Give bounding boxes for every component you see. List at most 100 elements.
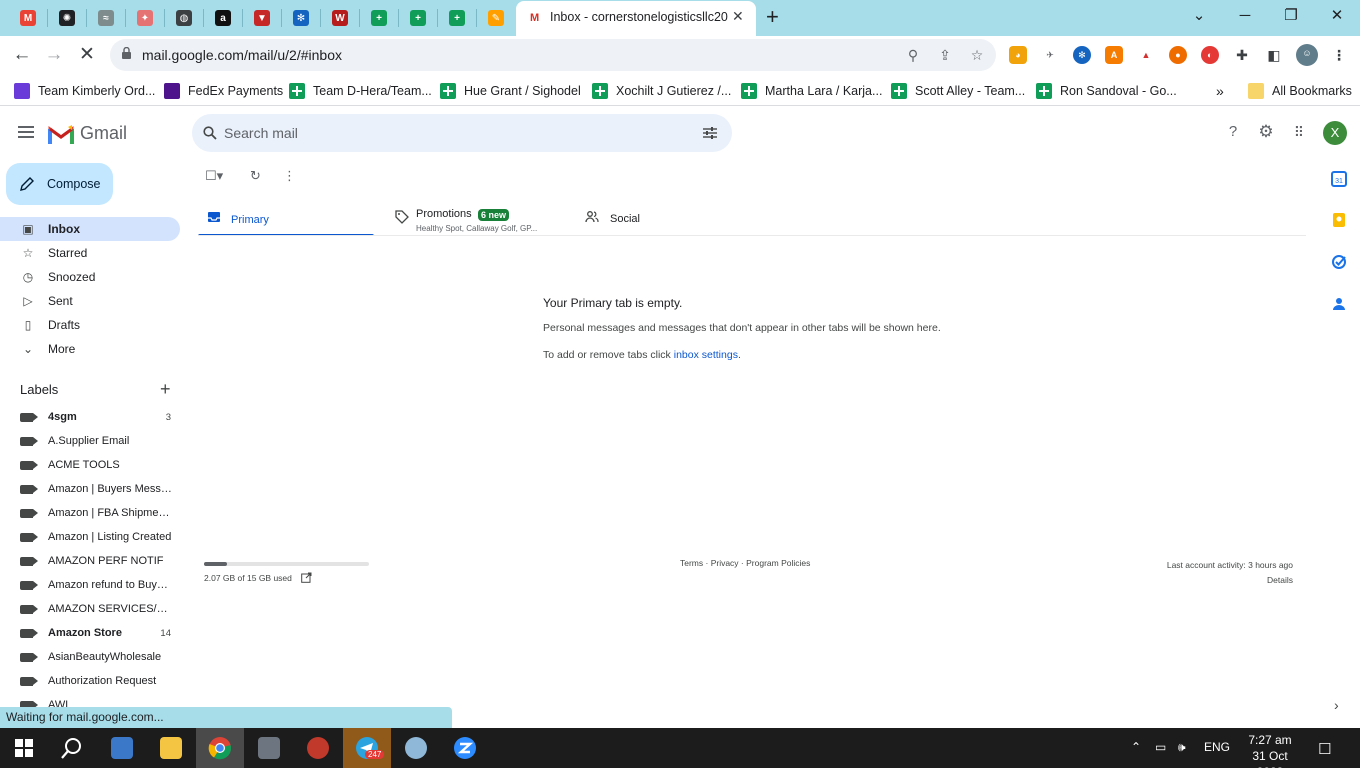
label-item[interactable]: Amazon Store 14 <box>0 622 180 646</box>
label-item[interactable]: A.Supplier Email <box>0 430 180 454</box>
menu-icon[interactable]: ⋮ <box>1330 46 1348 64</box>
address-bar[interactable]: mail.google.com/mail/u/2/#inbox ⚲ ⇪ ☆ <box>110 39 996 71</box>
calendar-icon[interactable]: 31 <box>1330 170 1348 188</box>
pinned-tab[interactable]: + <box>443 5 471 31</box>
keep-icon[interactable] <box>1330 211 1348 229</box>
bookmark-item[interactable]: FedEx Payments <box>164 82 283 100</box>
extension-icon[interactable]: ◕ <box>1009 46 1027 64</box>
compose-button[interactable]: Compose <box>6 163 113 205</box>
account-avatar[interactable]: X <box>1323 121 1347 145</box>
inbox-settings-link[interactable]: inbox settings <box>674 349 738 361</box>
label-item[interactable]: Amazon refund to Buyers <box>0 574 180 598</box>
tab-primary[interactable]: Primary <box>193 200 374 236</box>
puzzle-icon[interactable]: ✚ <box>1233 46 1251 64</box>
bookmark-item[interactable]: Hue Grant / Sighodel <box>440 82 581 100</box>
bookmark-star-icon[interactable]: ☆ <box>968 46 986 64</box>
search-input[interactable] <box>224 114 704 152</box>
more-bookmarks-icon[interactable]: » <box>1216 82 1224 100</box>
label-item[interactable]: Amazon | Buyers Messa... <box>0 478 180 502</box>
open-external-icon[interactable] <box>301 572 312 583</box>
forward-button[interactable]: → <box>41 42 67 68</box>
pinned-tab[interactable]: ◍ <box>170 5 198 31</box>
bookmark-item[interactable]: Xochilt J Gutierez /... <box>592 82 731 100</box>
bookmark-item[interactable]: Scott Alley - Team... <box>891 82 1025 100</box>
tab-promotions[interactable]: Promotions 6 new Healthy Spot, Callaway … <box>381 200 561 236</box>
bookmark-item[interactable]: Ron Sandoval - Go... <box>1036 82 1177 100</box>
back-button[interactable]: ← <box>9 42 35 68</box>
pinned-tab[interactable]: ✻ <box>287 5 315 31</box>
extension-icon[interactable]: ● <box>1169 46 1187 64</box>
restore-button[interactable]: ❐ <box>1268 2 1314 30</box>
pinned-tab[interactable]: a <box>209 5 237 31</box>
tab-social[interactable]: Social <box>571 200 751 236</box>
nav-item-more[interactable]: ⌄ More <box>0 337 180 361</box>
zoom-icon[interactable]: ⚲ <box>904 46 922 64</box>
contacts-icon[interactable] <box>1330 295 1348 313</box>
label-item[interactable]: AMAZON SERVICES/PAY... <box>0 598 180 622</box>
language-indicator[interactable]: ENG <box>1204 740 1230 754</box>
taskbar-paint[interactable] <box>392 728 440 768</box>
label-item[interactable]: Amazon | Listing Created <box>0 526 180 550</box>
notifications-icon[interactable]: ☐ <box>1318 740 1331 758</box>
extension-icon[interactable]: A <box>1105 46 1123 64</box>
label-item[interactable]: AsianBeautyWholesale <box>0 646 180 670</box>
nav-item-sent[interactable]: ▷ Sent <box>0 289 180 313</box>
volume-icon[interactable]: 🕪 <box>1178 740 1186 755</box>
taskbar-app-desktop[interactable] <box>98 728 146 768</box>
stop-loading-button[interactable]: ✕ <box>74 42 100 68</box>
search-options-icon[interactable] <box>703 126 717 140</box>
nav-item-inbox[interactable]: ▣ Inbox <box>0 217 180 241</box>
taskbar-calculator[interactable] <box>245 728 293 768</box>
extension-icon[interactable]: ▲ <box>1137 46 1155 64</box>
pinned-tab[interactable]: ≈ <box>92 5 120 31</box>
tab-search-icon[interactable]: ⌄ <box>1176 2 1222 30</box>
close-tab-icon[interactable]: ✕ <box>732 8 744 25</box>
help-icon[interactable]: ? <box>1223 122 1243 142</box>
details-link[interactable]: Details <box>1167 573 1293 588</box>
bookmark-item[interactable]: Team Kimberly Ord... <box>14 82 155 100</box>
taskbar-snipping-tool[interactable] <box>294 728 342 768</box>
profile-avatar[interactable]: ☺ <box>1296 44 1318 66</box>
footer-links[interactable]: Terms · Privacy · Program Policies <box>680 558 810 568</box>
system-clock[interactable]: 7:27 am 31 Oct 2023 <box>1238 732 1302 768</box>
extension-icon[interactable]: ◐ <box>1201 46 1219 64</box>
close-window-button[interactable]: ✕ <box>1314 2 1360 30</box>
share-icon[interactable]: ⇪ <box>936 46 954 64</box>
windows-start-button[interactable] <box>0 728 48 768</box>
apps-grid-icon[interactable]: ⠿ <box>1289 122 1309 142</box>
new-tab-button[interactable]: + <box>766 4 779 30</box>
taskbar-file-explorer[interactable] <box>147 728 195 768</box>
tasks-icon[interactable] <box>1330 253 1348 271</box>
nav-item-drafts[interactable]: ▯ Drafts <box>0 313 180 337</box>
extension-icon[interactable]: ✈ <box>1041 46 1059 64</box>
taskbar-telegram[interactable]: 247 <box>343 728 391 768</box>
pinned-tab[interactable]: + <box>365 5 393 31</box>
select-all-checkbox[interactable]: ☐▾ <box>205 168 223 184</box>
bookmark-item[interactable]: Martha Lara / Karja... <box>741 82 882 100</box>
taskbar-chrome[interactable] <box>196 728 244 768</box>
pinned-tab[interactable]: ✺ <box>53 5 81 31</box>
sidepanel-icon[interactable]: ◧ <box>1265 46 1283 64</box>
pinned-tab[interactable]: ▼ <box>248 5 276 31</box>
tab-gmail-inbox[interactable]: M Inbox - cornerstonelogisticsllc20 ✕ <box>516 1 756 36</box>
refresh-icon[interactable]: ↻ <box>250 168 261 184</box>
add-label-icon[interactable]: + <box>160 379 171 400</box>
label-item[interactable]: Authorization Request <box>0 670 180 694</box>
pinned-tab[interactable]: M <box>14 5 42 31</box>
label-item[interactable]: 4sgm 3 <box>0 406 180 430</box>
settings-gear-icon[interactable]: ⚙ <box>1256 122 1276 142</box>
more-options-icon[interactable]: ⋮ <box>283 168 296 184</box>
network-icon[interactable]: ▭ <box>1155 740 1166 754</box>
taskbar-zoom[interactable] <box>441 728 489 768</box>
minimize-button[interactable]: ─ <box>1222 2 1268 30</box>
all-bookmarks-folder[interactable]: All Bookmarks <box>1248 82 1352 100</box>
label-item[interactable]: AMAZON PERF NOTIF <box>0 550 180 574</box>
search-icon[interactable] <box>203 126 217 140</box>
show-hidden-icons[interactable]: ⌃ <box>1131 740 1141 754</box>
main-menu-icon[interactable] <box>18 126 34 138</box>
nav-item-snoozed[interactable]: ◷ Snoozed <box>0 265 180 289</box>
expand-side-panel-icon[interactable]: › <box>1334 697 1339 713</box>
label-item[interactable]: Amazon | FBA Shipments <box>0 502 180 526</box>
taskbar-search-button[interactable] <box>48 728 96 768</box>
extension-icon[interactable]: ✻ <box>1073 46 1091 64</box>
